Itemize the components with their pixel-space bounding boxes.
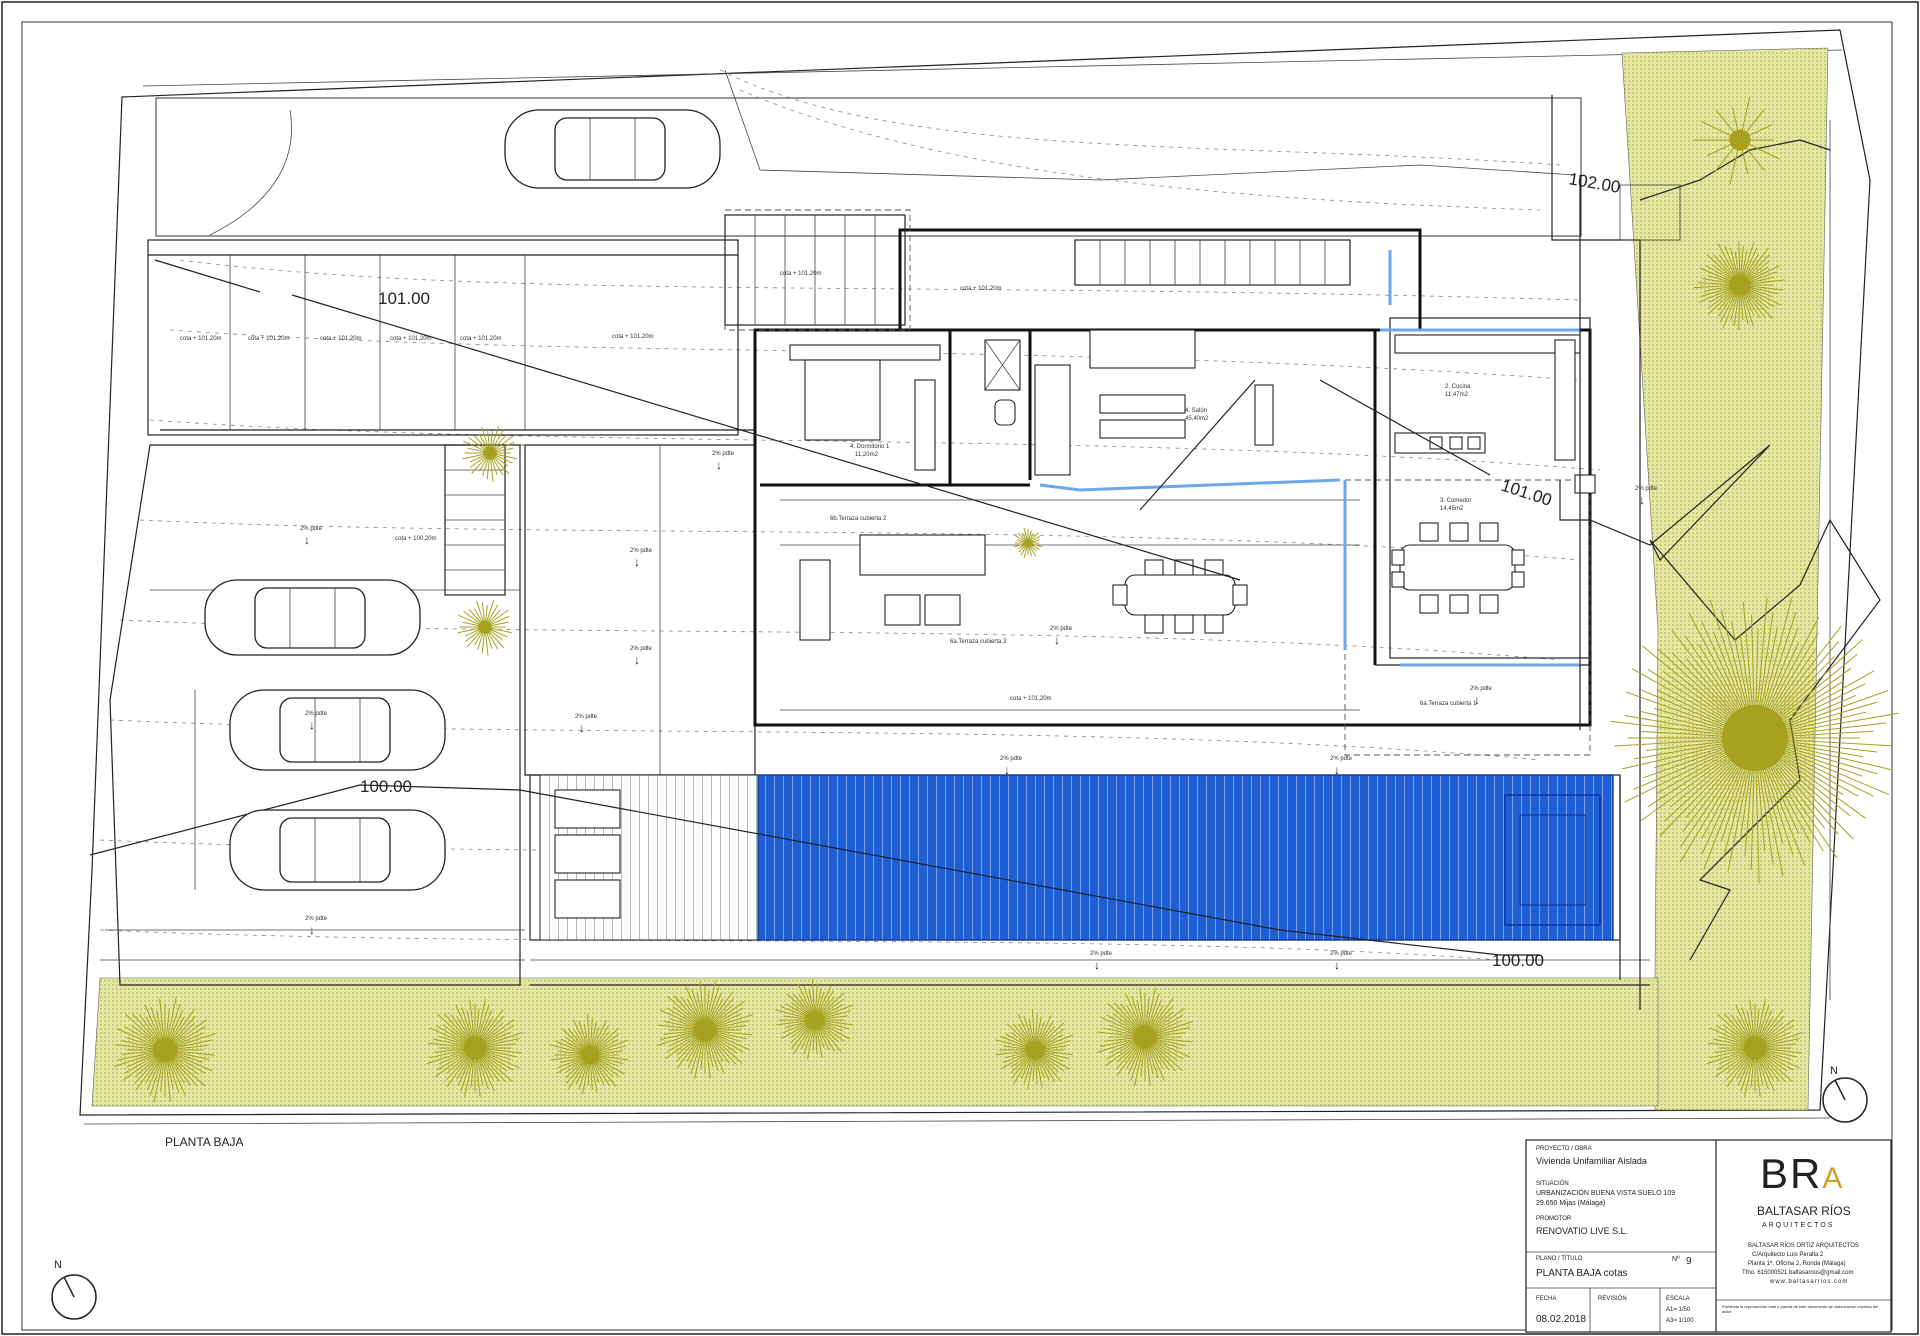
slope-label: 2% pdte xyxy=(1050,626,1073,632)
room-terraza-2: 6b.Terraza cubierta 2 xyxy=(830,516,887,522)
drawing-frame xyxy=(21,21,1893,1331)
tb-date-label: FECHA xyxy=(1536,1296,1557,1302)
tb-plan-title: PLANTA BAJA cotas xyxy=(1536,1268,1628,1279)
tb-situation-label: SITUACIÓN xyxy=(1536,1181,1569,1187)
tb-scale-1: A1= 1/50 xyxy=(1666,1307,1691,1313)
tb-situation-2: 29.650 Mijas (Málaga) xyxy=(1536,1200,1606,1207)
floor-plan-drawing: 2% pdte↓2% pdte↓2% pdte↓2% pdte↓2% pdte↓… xyxy=(1,1,1919,1335)
plan-label: PLANTA BAJA xyxy=(165,1135,243,1149)
tb-scale-2: A3= 1/100 xyxy=(1666,1318,1694,1324)
firm-logo-letters: BR xyxy=(1760,1150,1823,1197)
level-101-right: 101.00 xyxy=(1499,476,1554,510)
slope-label: 2% pdte xyxy=(305,916,328,922)
slope-arrow-icon: ↓ xyxy=(1094,958,1100,972)
slope-arrow-icon: ↓ xyxy=(304,533,310,547)
cota-label: cota + 100,20m xyxy=(395,536,437,542)
level-101-top: 101.00 xyxy=(378,289,430,308)
room-dormitorio: 4. Dormitorio 1 xyxy=(850,444,890,450)
cota-label: cota + 101,20m xyxy=(780,271,822,277)
tb-promoter: RENOVATIO LIVE S.L. xyxy=(1536,1226,1629,1236)
level-100-left: 100.00 xyxy=(360,777,412,796)
slope-label: 2% pdte xyxy=(1000,756,1023,762)
tb-date: 08.02.2018 xyxy=(1536,1314,1587,1325)
cota-label: cota + 101,20m xyxy=(612,334,654,340)
room-salon: 4. Salón xyxy=(1185,408,1207,414)
car-upper xyxy=(504,109,721,189)
slope-arrow-icon: ↓ xyxy=(1334,958,1340,972)
slope-label: 2% pdte xyxy=(1090,951,1113,957)
slope-arrow-icon: ↓ xyxy=(309,718,315,732)
tb-scale-label: ESCALA xyxy=(1666,1296,1690,1302)
firm-name: BALTASAR RÍOS xyxy=(1757,1204,1851,1218)
firm-sub: ARQUITECTOS xyxy=(1762,1222,1835,1229)
cota-label: cota + 101,20m xyxy=(960,286,1002,292)
slope-arrow-icon: ↓ xyxy=(1054,633,1060,647)
slope-arrow-icon: ↓ xyxy=(634,555,640,569)
tb-situation-1: URBANIZACIÓN BUENA VISTA SUELO 109 xyxy=(1536,1190,1676,1197)
tb-revision-label: REVISIÓN xyxy=(1598,1296,1627,1302)
firm-full: BALTASAR RÍOS ORTIZ ARQUITECTOS xyxy=(1748,1243,1859,1249)
firm-disclaimer: Prohibida la reproducción total o parcia… xyxy=(1722,1304,1879,1314)
slope-label: 2% pdte xyxy=(1635,486,1658,492)
slope-arrow-icon: ↓ xyxy=(579,721,585,735)
room-cocina: 2. Cocina xyxy=(1445,384,1471,390)
room-comedor: 3. Comedor xyxy=(1440,498,1471,504)
level-100-pool: 100.00 xyxy=(1492,951,1544,970)
firm-logo: BRA xyxy=(1760,1150,1844,1198)
slope-arrow-icon: ↓ xyxy=(634,653,640,667)
car-parking-1 xyxy=(204,579,421,656)
firm-logo-accent: A xyxy=(1822,1162,1845,1195)
cota-label: cota + 101,20m xyxy=(1010,696,1052,702)
slope-label: 2% pdte xyxy=(1330,756,1353,762)
slope-arrow-icon: ↓ xyxy=(1334,763,1340,777)
room-comedor-area: 14,45m2 xyxy=(1440,506,1464,512)
cota-label: cota + 101,20m xyxy=(460,336,502,342)
slope-arrow-icon: ↓ xyxy=(309,923,315,937)
slope-label: 2% pdte xyxy=(300,526,323,532)
room-terraza-1: 6a.Terraza cubierta 1 xyxy=(1420,701,1477,707)
car-parking-3 xyxy=(229,809,446,891)
tb-promoter-label: PROMOTOR xyxy=(1536,1216,1572,1222)
room-salon-area: 45,40m2 xyxy=(1185,416,1209,422)
garden-east xyxy=(1621,47,1829,1111)
slope-arrow-icon: ↓ xyxy=(1004,763,1010,777)
cota-label: cota + 101,20m xyxy=(390,336,432,342)
slope-arrow-icon: ↓ xyxy=(1639,493,1645,507)
palm-2 xyxy=(457,600,512,656)
cota-label: cota + 101,20m xyxy=(248,336,290,342)
room-terraza-3: 6a.Terraza cubierta 3 xyxy=(950,639,1007,645)
room-dormitorio-area: 11,20m2 xyxy=(855,452,879,458)
firm-addr-1: C/Arquitecto Luis Peralta 2 xyxy=(1752,1252,1824,1258)
tb-project: Vivienda Unifamiliar Aislada xyxy=(1536,1156,1647,1166)
garden-south xyxy=(91,977,1659,1107)
tb-plan-label: PLANO / TÍTULO xyxy=(1536,1256,1583,1262)
slope-label: 2% pdte xyxy=(575,714,598,720)
north-label-top: N xyxy=(1830,1065,1838,1077)
tb-plan-no-label: Nº xyxy=(1672,1256,1680,1263)
firm-addr-2: Planta 1ª, Oficina 2, Ronda (Málaga) xyxy=(1748,1261,1846,1267)
room-cocina-area: 11,47m2 xyxy=(1445,392,1469,398)
cota-label: cota + 101,20m xyxy=(180,336,222,342)
firm-contact: Tfno. 615000521 baltasarrios@gmail.com xyxy=(1742,1270,1854,1276)
firm-web: www.baltasarrios.com xyxy=(1770,1279,1849,1285)
slope-label: 2% pdte xyxy=(1470,686,1493,692)
cota-label: cota + 101,20m xyxy=(320,336,362,342)
level-102: 102.00 xyxy=(1567,169,1622,197)
slope-label: 2% pdte xyxy=(1330,951,1353,957)
drawing-sheet: 2% pdte ↓ 2% pdte ↓ 2% pdte ↓ 2% pdte ↓ 2% pdte ↓… xyxy=(0,0,1920,1336)
slope-label: 2% pdte xyxy=(630,548,653,554)
sheet-border xyxy=(1,1,1919,1335)
north-label-bottom: N xyxy=(54,1259,62,1271)
slope-label: 2% pdte xyxy=(305,711,328,717)
slope-label: 2% pdte xyxy=(712,451,735,457)
car-parking-2 xyxy=(229,689,446,771)
tb-plan-no: 9 xyxy=(1686,1256,1692,1267)
slope-label: 2% pdte xyxy=(630,646,653,652)
palm-3 xyxy=(1013,527,1043,559)
slope-arrow-icon: ↓ xyxy=(716,458,722,472)
tb-project-label: PROYECTO / OBRA xyxy=(1536,1146,1592,1152)
